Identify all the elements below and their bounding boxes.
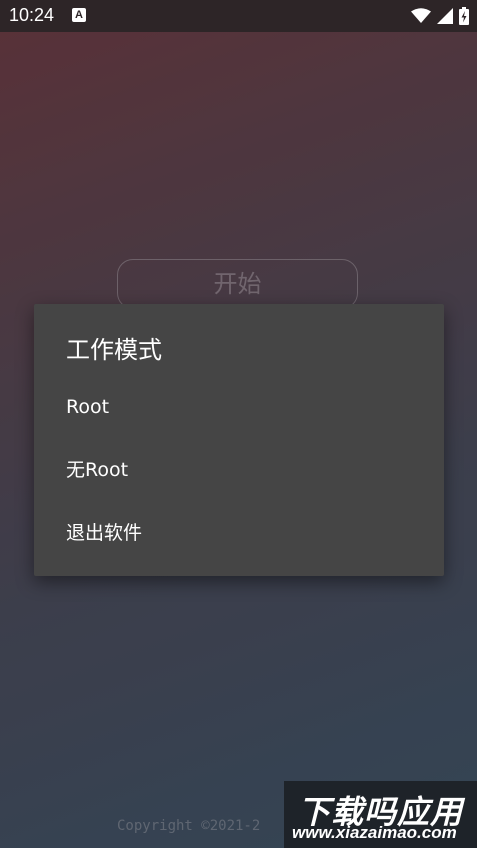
menu-item-no-root[interactable]: 无Root bbox=[34, 439, 444, 501]
dialog-title: 工作模式 bbox=[66, 336, 162, 364]
signal-icon bbox=[437, 8, 453, 24]
watermark-url: www.xiazaimao.com bbox=[292, 823, 457, 842]
battery-icon bbox=[459, 7, 469, 25]
status-bar: 10:24 A bbox=[0, 0, 477, 32]
watermark-logo: 下载吗应用 www.xiazaimao.com bbox=[284, 781, 477, 848]
menu-item-exit-app[interactable]: 退出软件 bbox=[34, 502, 444, 564]
wifi-icon bbox=[411, 8, 431, 24]
status-icons bbox=[411, 6, 469, 26]
notification-app-icon: A bbox=[72, 8, 86, 22]
status-time: 10:24 bbox=[9, 5, 55, 25]
menu-item-root[interactable]: Root bbox=[34, 376, 444, 438]
work-mode-dialog: 工作模式 Root 无Root 退出软件 bbox=[34, 304, 444, 576]
